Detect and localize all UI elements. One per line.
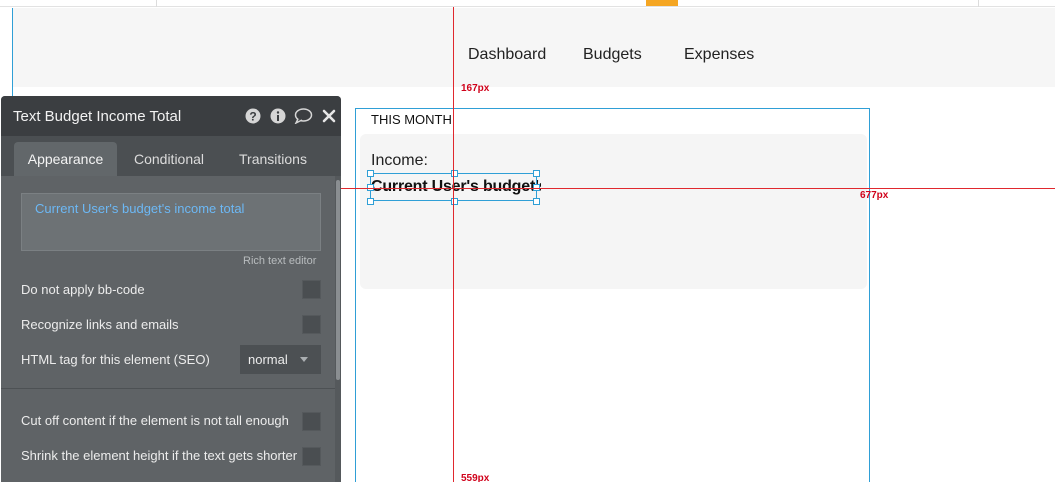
vertical-guide-line xyxy=(453,7,454,482)
rich-text-editor-link[interactable]: Rich text editor xyxy=(243,255,316,267)
nav-link-expenses[interactable]: Expenses xyxy=(684,46,754,64)
income-card[interactable]: Income: Current User's budget's income t… xyxy=(360,134,867,289)
option-label-html-tag: HTML tag for this element (SEO) xyxy=(21,352,210,367)
guide-label-top: 167px xyxy=(461,83,490,94)
horizontal-guide-line xyxy=(340,188,1055,189)
property-editor-panel[interactable]: Text Budget Income Total ? Appearance Co… xyxy=(1,96,341,482)
tab-appearance[interactable]: Appearance xyxy=(14,142,117,176)
tab-conditional[interactable]: Conditional xyxy=(123,142,215,176)
help-icon[interactable]: ? xyxy=(245,108,261,124)
page-header[interactable]: Dashboard Budgets Expenses xyxy=(12,8,1055,87)
section-divider xyxy=(1,388,335,389)
resize-handle-bottom-left[interactable] xyxy=(367,198,374,205)
ruler-tick xyxy=(156,0,157,7)
checkbox-cut-off-content[interactable] xyxy=(302,412,321,431)
checkbox-shrink-height[interactable] xyxy=(302,447,321,466)
text-expression-editor[interactable]: Current User's budget's income total xyxy=(21,193,321,251)
option-label-shrink-height: Shrink the element height if the text ge… xyxy=(21,448,298,463)
comment-icon[interactable] xyxy=(294,108,313,125)
close-icon[interactable] xyxy=(321,108,337,124)
ruler-tick xyxy=(978,0,979,7)
panel-tabs: Appearance Conditional Transitions xyxy=(1,136,341,176)
guide-label-right: 677px xyxy=(860,190,889,201)
resize-handle-top-left[interactable] xyxy=(367,170,374,177)
info-icon[interactable] xyxy=(270,108,286,124)
panel-scrollbar[interactable] xyxy=(335,176,341,482)
checkbox-recognize-links[interactable] xyxy=(302,315,321,334)
scrollbar-thumb[interactable] xyxy=(336,180,340,380)
nav-link-budgets[interactable]: Budgets xyxy=(583,46,642,64)
dynamic-expression[interactable]: Current User's budget's income total xyxy=(35,201,244,216)
html-tag-value: normal xyxy=(248,352,288,367)
chevron-down-icon xyxy=(300,357,308,362)
ruler-marker[interactable] xyxy=(646,0,678,6)
panel-header[interactable]: Text Budget Income Total ? xyxy=(1,96,341,136)
option-label-recognize-links: Recognize links and emails xyxy=(21,317,179,332)
nav-link-dashboard[interactable]: Dashboard xyxy=(468,46,546,64)
option-label-bb-code: Do not apply bb-code xyxy=(21,282,145,297)
guide-label-bottom: 559px xyxy=(461,473,490,482)
income-label[interactable]: Income: xyxy=(371,152,428,170)
option-label-cut-off-content: Cut off content if the element is not ta… xyxy=(21,413,289,428)
top-ruler xyxy=(0,0,1055,7)
resize-handle-top-right[interactable] xyxy=(533,170,540,177)
group-title[interactable]: THIS MONTH xyxy=(371,112,452,127)
html-tag-dropdown[interactable]: normal xyxy=(240,345,321,374)
tab-transitions[interactable]: Transitions xyxy=(225,142,321,176)
svg-text:?: ? xyxy=(249,110,256,124)
resize-handle-bottom-right[interactable] xyxy=(533,198,540,205)
group-this-month[interactable]: THIS MONTH Income: Current User's budget… xyxy=(355,108,870,482)
panel-title: Text Budget Income Total xyxy=(13,108,182,125)
checkbox-bb-code[interactable] xyxy=(302,280,321,299)
